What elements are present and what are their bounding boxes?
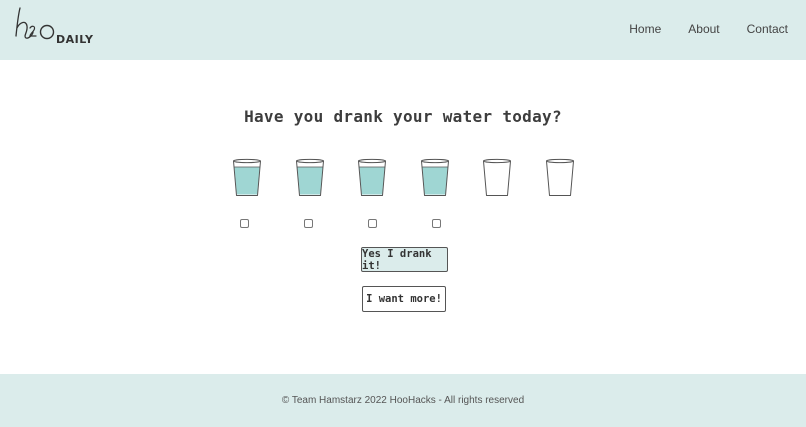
site-header: DAILY Home About Contact <box>0 0 806 60</box>
main-nav: Home About Contact <box>629 22 788 36</box>
nav-contact-link[interactable]: Contact <box>747 22 788 36</box>
full-water-glass-icon <box>295 158 324 196</box>
full-water-glass-icon <box>233 158 261 196</box>
drank-it-button[interactable]: Yes I drank it! <box>361 247 448 272</box>
full-water-glass-icon <box>358 158 386 196</box>
nav-about-link[interactable]: About <box>688 22 719 36</box>
nav-home-link[interactable]: Home <box>629 22 661 36</box>
h2o-daily-logo[interactable]: DAILY <box>14 6 93 46</box>
glass-checkbox[interactable] <box>240 219 249 228</box>
glass-checkbox[interactable] <box>368 219 377 228</box>
want-more-button[interactable]: I want more! <box>362 286 446 312</box>
footer-copyright: © Team Hamstarz 2022 HooHacks - All righ… <box>281 395 525 406</box>
glass-checkbox[interactable] <box>432 219 441 228</box>
empty-water-glass-icon <box>483 158 511 196</box>
empty-water-glass-icon <box>545 158 574 196</box>
site-footer: © Team Hamstarz 2022 HooHacks - All righ… <box>0 374 806 427</box>
full-water-glass-icon <box>420 158 449 196</box>
page-title: Have you drank your water today? <box>244 107 562 126</box>
logo-wordmark: DAILY <box>56 33 94 46</box>
glass-checkbox[interactable] <box>304 219 313 228</box>
